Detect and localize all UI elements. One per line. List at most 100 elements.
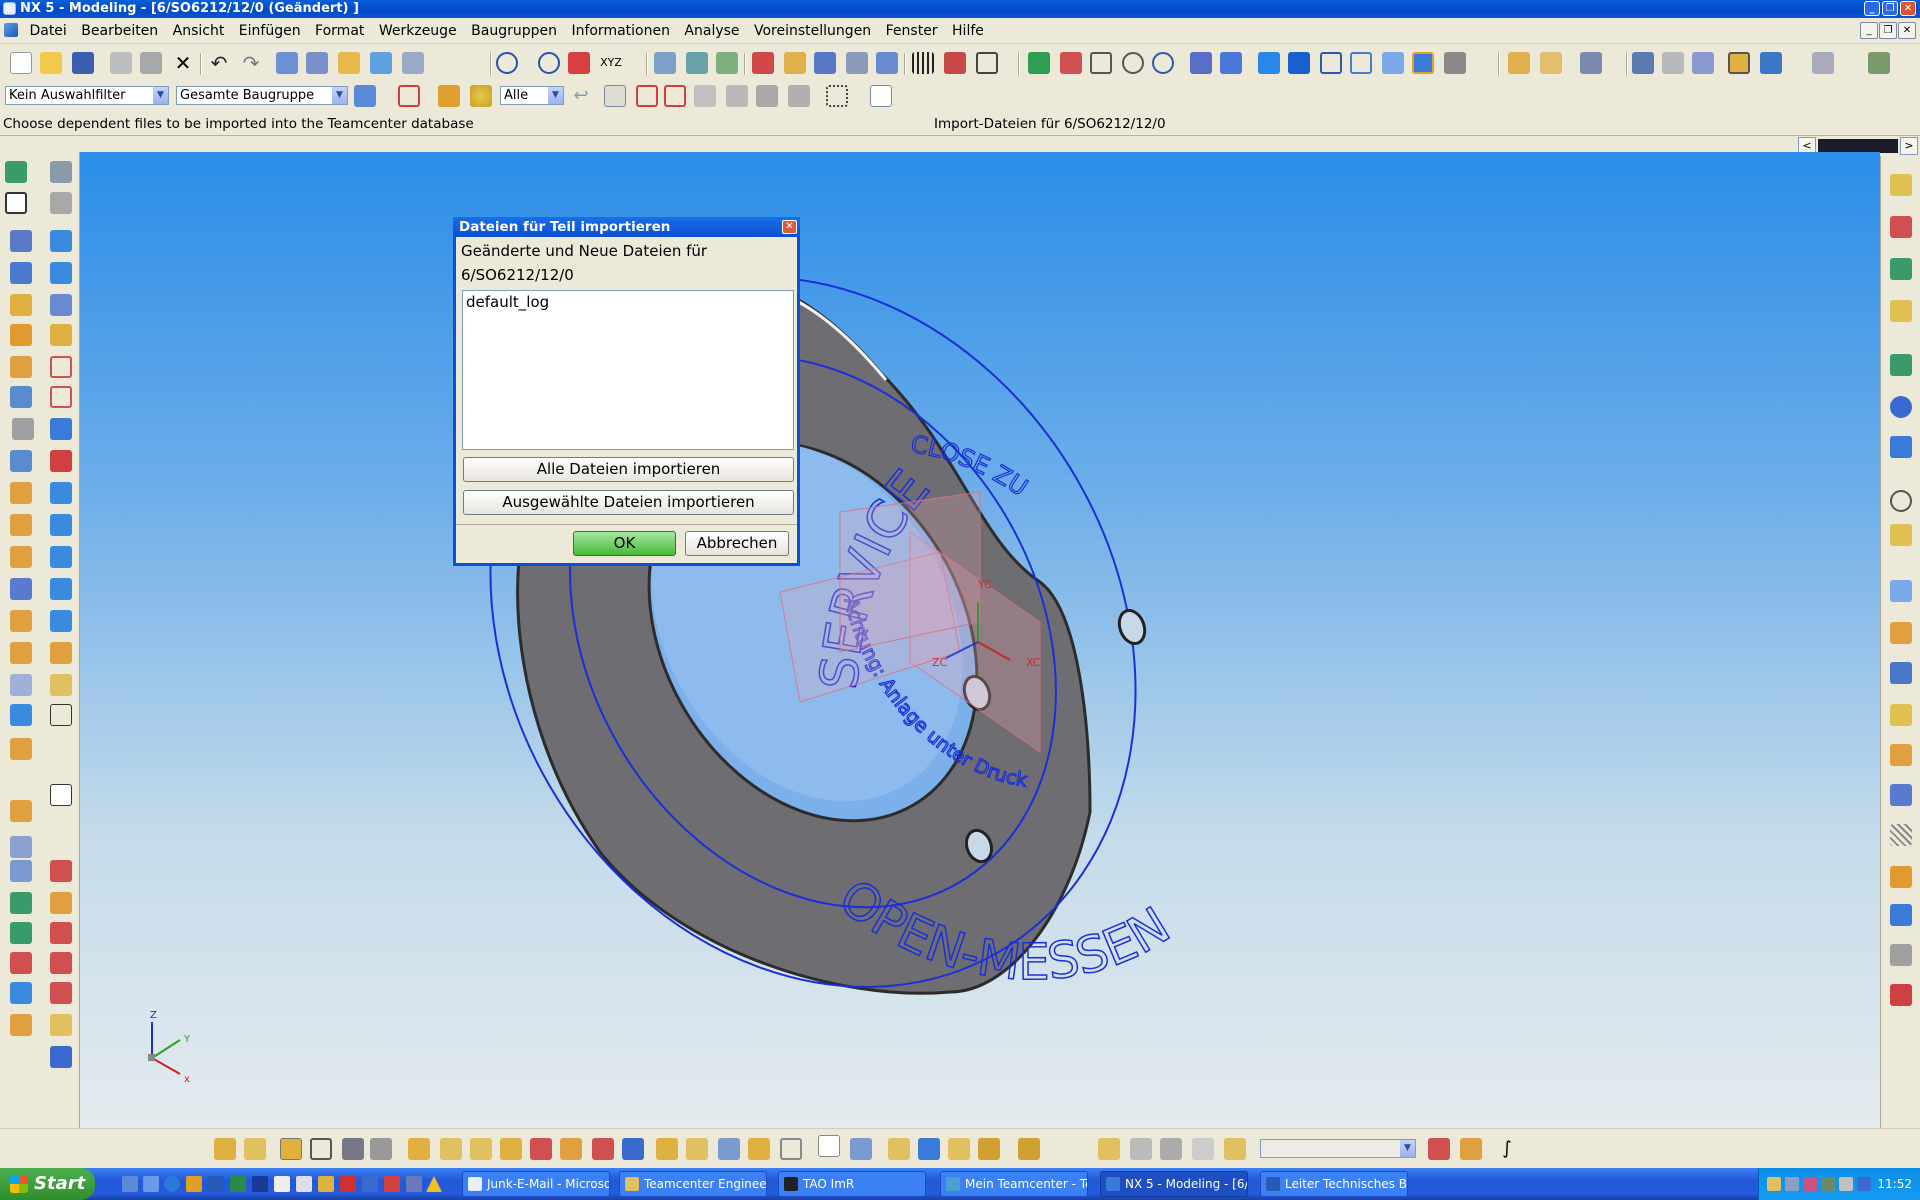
center-icon[interactable] <box>756 85 778 107</box>
sew-icon[interactable] <box>50 642 72 664</box>
camera-icon[interactable] <box>1220 52 1242 74</box>
sheet-icon[interactable] <box>50 704 72 726</box>
wireframe-icon[interactable] <box>1320 52 1342 74</box>
surface-i-icon[interactable] <box>50 982 72 1004</box>
sketch-icon[interactable] <box>5 161 27 183</box>
task-mein-teamcenter[interactable]: Mein Teamcenter - Te... <box>940 1171 1088 1197</box>
tool-w-icon[interactable] <box>918 1138 940 1160</box>
doc-restore-icon[interactable]: ❐ <box>1879 22 1897 39</box>
unblank-icon[interactable] <box>846 52 868 74</box>
quicklaunch-icon[interactable] <box>340 1176 356 1192</box>
task-leiter-technisches[interactable]: Leiter Technisches Bü... <box>1260 1171 1408 1197</box>
pattern-icon[interactable] <box>10 578 32 600</box>
fit-icon[interactable] <box>1060 52 1082 74</box>
menu-bearbeiten[interactable]: Bearbeiten <box>76 18 163 44</box>
shaded-edges-icon[interactable] <box>1288 52 1310 74</box>
quicklaunch-icon[interactable] <box>143 1176 159 1192</box>
tool-o-icon[interactable] <box>656 1138 678 1160</box>
tray-icon[interactable] <box>1839 1177 1853 1191</box>
tool-ab-icon[interactable] <box>1130 1138 1152 1160</box>
process-studio-icon[interactable] <box>1890 580 1912 602</box>
quicklaunch-ie-icon[interactable] <box>164 1176 180 1192</box>
redo-icon[interactable]: ↷ <box>240 52 262 74</box>
doc-close-icon[interactable]: ✕ <box>1898 22 1916 39</box>
menu-hilfe[interactable]: Hilfe <box>947 18 989 44</box>
wrap-icon[interactable] <box>10 738 32 760</box>
groove-icon[interactable] <box>10 450 32 472</box>
assembly-navigator-icon[interactable] <box>1890 174 1912 196</box>
new-file-icon[interactable] <box>10 52 32 74</box>
model-view[interactable]: SERVICE OPEN-MESSEN CLOSE ZU Achtung: An… <box>80 152 1880 1128</box>
shaded-icon[interactable] <box>1258 52 1280 74</box>
layer-filter-dropdown[interactable]: Alle ▼ <box>500 86 564 105</box>
tool-i-icon[interactable] <box>470 1138 492 1160</box>
quicklaunch-icon[interactable] <box>318 1176 334 1192</box>
print-icon[interactable] <box>402 52 424 74</box>
quicklaunch-icon[interactable] <box>296 1176 312 1192</box>
slot-icon[interactable] <box>50 418 72 440</box>
subtract-icon[interactable] <box>50 610 72 632</box>
perspective-icon[interactable] <box>1190 52 1212 74</box>
quicklaunch-icon[interactable] <box>406 1176 422 1192</box>
history-icon[interactable] <box>1890 490 1912 512</box>
paste-icon[interactable] <box>140 52 162 74</box>
tool-s-icon[interactable] <box>780 1138 802 1160</box>
tool-v-icon[interactable] <box>888 1138 910 1160</box>
static-wireframe-icon[interactable] <box>1382 52 1404 74</box>
cylinder-icon[interactable] <box>50 262 72 284</box>
surface-e-icon[interactable] <box>50 922 72 944</box>
file-list[interactable]: default_log <box>462 290 794 450</box>
split-icon[interactable] <box>50 546 72 568</box>
pad-icon[interactable] <box>50 386 72 408</box>
roles-icon[interactable] <box>1890 622 1912 644</box>
layer-copy-icon[interactable] <box>716 52 738 74</box>
menu-voreinstellungen[interactable]: Voreinstellungen <box>749 18 876 44</box>
hidden-edges-icon[interactable] <box>1350 52 1372 74</box>
menu-fenster[interactable]: Fenster <box>881 18 943 44</box>
face-analysis-icon[interactable] <box>1412 52 1434 74</box>
system-scenes-icon[interactable] <box>1890 662 1912 684</box>
tool-af-icon[interactable] <box>1428 1138 1450 1160</box>
offset-icon[interactable] <box>10 674 32 696</box>
block-icon[interactable] <box>10 230 32 252</box>
blend-icon[interactable] <box>10 482 32 504</box>
emboss-icon[interactable] <box>10 800 32 822</box>
measure-angle-icon[interactable] <box>1540 52 1562 74</box>
extrude-grey-icon[interactable] <box>50 192 72 214</box>
layer-settings-icon[interactable] <box>654 52 676 74</box>
tool-z-icon[interactable] <box>1018 1138 1040 1160</box>
surface-c-icon[interactable] <box>50 892 72 914</box>
palettes-icon[interactable] <box>1890 704 1912 726</box>
shell-icon[interactable] <box>10 514 32 536</box>
quicklaunch-word-icon[interactable] <box>208 1176 224 1192</box>
tool-y-icon[interactable] <box>978 1138 1000 1160</box>
point-constructor-icon[interactable] <box>496 52 518 74</box>
assemblies-icon[interactable] <box>1580 52 1602 74</box>
mirror-icon[interactable] <box>50 578 72 600</box>
quicklaunch-icon[interactable] <box>274 1176 290 1192</box>
surface-d-icon[interactable] <box>10 922 32 944</box>
tool-m-icon[interactable] <box>592 1138 614 1160</box>
extrude-icon[interactable] <box>10 294 32 316</box>
user-roles-icon[interactable] <box>1890 744 1912 766</box>
surface-b-icon[interactable] <box>10 892 32 914</box>
task-junk-mail[interactable]: Junk-E-Mail - Microsof... <box>462 1171 610 1197</box>
revolve-icon[interactable] <box>50 294 72 316</box>
boss-icon[interactable] <box>50 356 72 378</box>
thicken-icon[interactable] <box>10 836 32 858</box>
material-red-icon[interactable] <box>1890 984 1912 1006</box>
tool-ag-icon[interactable] <box>1460 1138 1482 1160</box>
selection-scope-dropdown[interactable]: Gesamte Baugruppe ▼ <box>176 86 348 105</box>
color-filter-icon[interactable] <box>470 85 492 107</box>
pocket-icon[interactable] <box>10 386 32 408</box>
zoom-window-icon[interactable] <box>1090 52 1112 74</box>
quicklaunch-icon[interactable] <box>384 1176 400 1192</box>
measure-distance-icon[interactable] <box>1508 52 1530 74</box>
menu-werkzeuge[interactable]: Werkzeuge <box>374 18 462 44</box>
cancel-button[interactable]: Abbrechen <box>685 531 789 556</box>
quadrant-icon[interactable] <box>788 85 810 107</box>
task-nx-modeling[interactable]: NX 5 - Modeling - [6/S... <box>1100 1171 1248 1197</box>
partial-shade-icon[interactable] <box>1444 52 1466 74</box>
backgrounds-icon[interactable] <box>1890 784 1912 806</box>
tool-x-icon[interactable] <box>948 1138 970 1160</box>
